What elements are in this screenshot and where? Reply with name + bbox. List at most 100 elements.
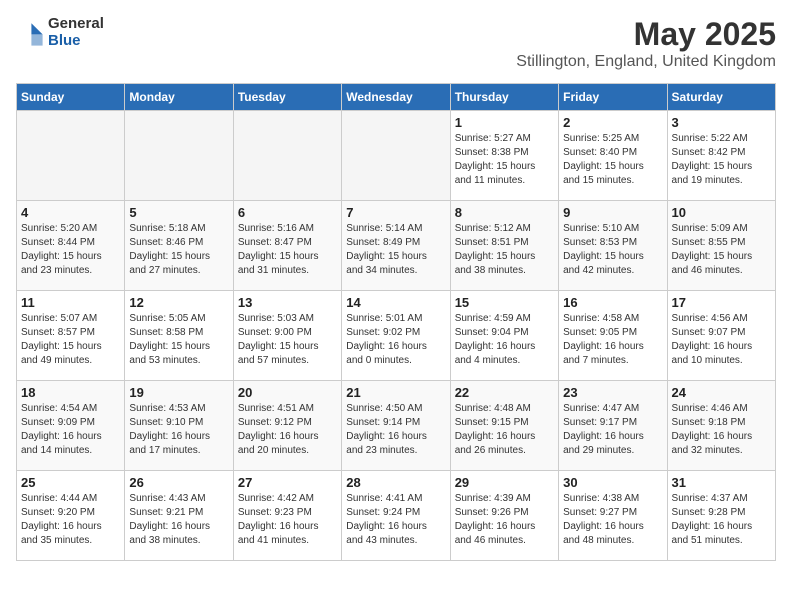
day-number: 2 — [563, 115, 662, 130]
day-info: Sunrise: 4:59 AM Sunset: 9:04 PM Dayligh… — [455, 312, 554, 368]
day-number: 6 — [238, 205, 337, 220]
day-info: Sunrise: 4:43 AM Sunset: 9:21 PM Dayligh… — [129, 492, 228, 548]
day-info: Sunrise: 4:47 AM Sunset: 9:17 PM Dayligh… — [563, 402, 662, 458]
day-info: Sunrise: 4:58 AM Sunset: 9:05 PM Dayligh… — [563, 312, 662, 368]
day-number: 17 — [672, 295, 771, 310]
logo: General Blue — [16, 16, 104, 49]
day-cell: 15 Sunrise: 4:59 AM Sunset: 9:04 PM Dayli… — [450, 291, 558, 381]
week-row-1: 1 Sunrise: 5:27 AM Sunset: 8:38 PM Daylig… — [17, 111, 776, 201]
day-number: 16 — [563, 295, 662, 310]
day-info: Sunrise: 5:09 AM Sunset: 8:55 PM Dayligh… — [672, 222, 771, 278]
day-info: Sunrise: 4:39 AM Sunset: 9:26 PM Dayligh… — [455, 492, 554, 548]
day-cell: 12Sunrise: 5:05 AM Sunset: 8:58 PM Dayli… — [125, 291, 233, 381]
header-friday: Friday — [559, 84, 667, 111]
day-cell: 29 Sunrise: 4:39 AM Sunset: 9:26 PM Dayli… — [450, 471, 558, 561]
day-info: Sunrise: 4:41 AM Sunset: 9:24 PM Dayligh… — [346, 492, 445, 548]
day-number: 9 — [563, 205, 662, 220]
day-number: 19 — [129, 385, 228, 400]
header-wednesday: Wednesday — [342, 84, 450, 111]
day-info: Sunrise: 5:25 AM Sunset: 8:40 PM Dayligh… — [563, 132, 662, 188]
calendar-table: SundayMondayTuesdayWednesdayThursdayFrid… — [16, 83, 776, 561]
day-number: 30 — [563, 475, 662, 490]
day-number: 15 — [455, 295, 554, 310]
logo-icon — [16, 19, 44, 47]
day-number: 24 — [672, 385, 771, 400]
day-info: Sunrise: 5:10 AM Sunset: 8:53 PM Dayligh… — [563, 222, 662, 278]
day-info: Sunrise: 5:14 AM Sunset: 8:49 PM Dayligh… — [346, 222, 445, 278]
day-cell: 30 Sunrise: 4:38 AM Sunset: 9:27 PM Dayli… — [559, 471, 667, 561]
day-cell: 17Sunrise: 4:56 AM Sunset: 9:07 PM Dayli… — [667, 291, 775, 381]
day-cell: 24 Sunrise: 4:46 AM Sunset: 9:18 PM Dayli… — [667, 381, 775, 471]
day-info: Sunrise: 5:12 AM Sunset: 8:51 PM Dayligh… — [455, 222, 554, 278]
day-cell: 20Sunrise: 4:51 AM Sunset: 9:12 PM Dayli… — [233, 381, 341, 471]
header-sunday: Sunday — [17, 84, 125, 111]
day-number: 11 — [21, 295, 120, 310]
day-cell: 7 Sunrise: 5:14 AM Sunset: 8:49 PM Daylig… — [342, 201, 450, 291]
day-cell: 3 Sunrise: 5:22 AM Sunset: 8:42 PM Daylig… — [667, 111, 775, 201]
day-cell: 25Sunrise: 4:44 AM Sunset: 9:20 PM Dayli… — [17, 471, 125, 561]
day-info: Sunrise: 4:38 AM Sunset: 9:27 PM Dayligh… — [563, 492, 662, 548]
day-info: Sunrise: 4:53 AM Sunset: 9:10 PM Dayligh… — [129, 402, 228, 458]
day-number: 1 — [455, 115, 554, 130]
day-number: 20 — [238, 385, 337, 400]
day-cell: 27 Sunrise: 4:42 AM Sunset: 9:23 PM Dayli… — [233, 471, 341, 561]
day-number: 5 — [129, 205, 228, 220]
day-cell: 16 Sunrise: 4:58 AM Sunset: 9:05 PM Dayli… — [559, 291, 667, 381]
day-number: 13 — [238, 295, 337, 310]
day-cell: 4Sunrise: 5:20 AM Sunset: 8:44 PM Daylig… — [17, 201, 125, 291]
header-thursday: Thursday — [450, 84, 558, 111]
day-number: 10 — [672, 205, 771, 220]
logo-blue-text: Blue — [48, 33, 104, 50]
logo-general-text: General — [48, 16, 104, 33]
day-cell: 14Sunrise: 5:01 AM Sunset: 9:02 PM Dayli… — [342, 291, 450, 381]
day-cell: 10 Sunrise: 5:09 AM Sunset: 8:55 PM Dayli… — [667, 201, 775, 291]
day-cell: 23 Sunrise: 4:47 AM Sunset: 9:17 PM Dayli… — [559, 381, 667, 471]
day-info: Sunrise: 5:22 AM Sunset: 8:42 PM Dayligh… — [672, 132, 771, 188]
week-row-5: 25Sunrise: 4:44 AM Sunset: 9:20 PM Dayli… — [17, 471, 776, 561]
day-info: Sunrise: 5:16 AM Sunset: 8:47 PM Dayligh… — [238, 222, 337, 278]
day-number: 8 — [455, 205, 554, 220]
day-info: Sunrise: 5:07 AM Sunset: 8:57 PM Dayligh… — [21, 312, 120, 368]
day-info: Sunrise: 5:20 AM Sunset: 8:44 PM Dayligh… — [21, 222, 120, 278]
week-row-4: 18 Sunrise: 4:54 AM Sunset: 9:09 PM Dayli… — [17, 381, 776, 471]
day-cell: 21 Sunrise: 4:50 AM Sunset: 9:14 PM Dayli… — [342, 381, 450, 471]
calendar-header-row: SundayMondayTuesdayWednesdayThursdayFrid… — [17, 84, 776, 111]
day-cell: 2 Sunrise: 5:25 AM Sunset: 8:40 PM Daylig… — [559, 111, 667, 201]
day-info: Sunrise: 4:54 AM Sunset: 9:09 PM Dayligh… — [21, 402, 120, 458]
day-cell: 28Sunrise: 4:41 AM Sunset: 9:24 PM Dayli… — [342, 471, 450, 561]
day-cell: 8 Sunrise: 5:12 AM Sunset: 8:51 PM Daylig… — [450, 201, 558, 291]
day-number: 27 — [238, 475, 337, 490]
day-number: 21 — [346, 385, 445, 400]
day-info: Sunrise: 4:48 AM Sunset: 9:15 PM Dayligh… — [455, 402, 554, 458]
month-title: May 2025 — [516, 16, 776, 53]
day-info: Sunrise: 4:50 AM Sunset: 9:14 PM Dayligh… — [346, 402, 445, 458]
day-cell — [125, 111, 233, 201]
day-info: Sunrise: 4:42 AM Sunset: 9:23 PM Dayligh… — [238, 492, 337, 548]
title-block: May 2025 Stillington, England, United Ki… — [516, 16, 776, 71]
day-cell — [233, 111, 341, 201]
day-info: Sunrise: 5:01 AM Sunset: 9:02 PM Dayligh… — [346, 312, 445, 368]
day-info: Sunrise: 4:46 AM Sunset: 9:18 PM Dayligh… — [672, 402, 771, 458]
week-row-2: 4Sunrise: 5:20 AM Sunset: 8:44 PM Daylig… — [17, 201, 776, 291]
week-row-3: 11 Sunrise: 5:07 AM Sunset: 8:57 PM Dayli… — [17, 291, 776, 381]
day-cell: 19 Sunrise: 4:53 AM Sunset: 9:10 PM Dayli… — [125, 381, 233, 471]
day-number: 3 — [672, 115, 771, 130]
day-number: 22 — [455, 385, 554, 400]
header-monday: Monday — [125, 84, 233, 111]
day-number: 12 — [129, 295, 228, 310]
day-cell: 9 Sunrise: 5:10 AM Sunset: 8:53 PM Daylig… — [559, 201, 667, 291]
day-number: 23 — [563, 385, 662, 400]
day-number: 18 — [21, 385, 120, 400]
day-number: 25 — [21, 475, 120, 490]
day-number: 7 — [346, 205, 445, 220]
day-cell — [17, 111, 125, 201]
header-saturday: Saturday — [667, 84, 775, 111]
day-info: Sunrise: 5:27 AM Sunset: 8:38 PM Dayligh… — [455, 132, 554, 188]
day-info: Sunrise: 4:37 AM Sunset: 9:28 PM Dayligh… — [672, 492, 771, 548]
day-number: 29 — [455, 475, 554, 490]
day-cell: 18 Sunrise: 4:54 AM Sunset: 9:09 PM Dayli… — [17, 381, 125, 471]
page-header: General Blue May 2025 Stillington, Engla… — [16, 16, 776, 71]
location-title: Stillington, England, United Kingdom — [516, 53, 776, 71]
day-cell: 13Sunrise: 5:03 AM Sunset: 9:00 PM Dayli… — [233, 291, 341, 381]
day-cell: 1 Sunrise: 5:27 AM Sunset: 8:38 PM Daylig… — [450, 111, 558, 201]
